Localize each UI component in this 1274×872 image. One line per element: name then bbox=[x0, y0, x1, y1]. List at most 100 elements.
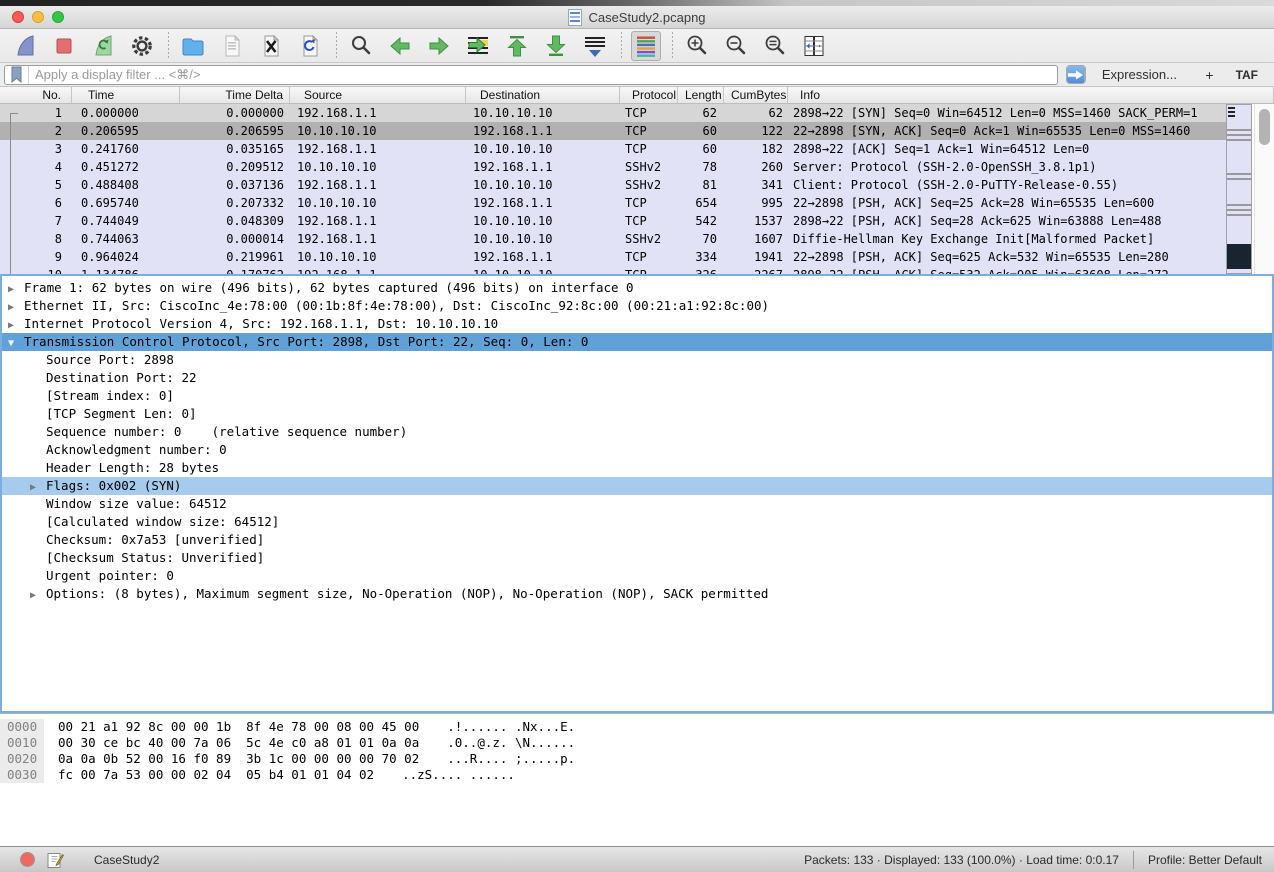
reload-file-icon[interactable] bbox=[295, 31, 325, 61]
detail-line[interactable]: Urgent pointer: 0 bbox=[2, 567, 1272, 585]
column-header-no[interactable]: No. bbox=[0, 87, 72, 103]
capture-stop-icon[interactable] bbox=[49, 31, 79, 61]
column-header-cumbytes[interactable]: CumBytes bbox=[724, 87, 788, 103]
capture-comment-icon[interactable] bbox=[47, 851, 64, 869]
capture-file-icon bbox=[568, 9, 582, 26]
packet-row[interactable]: 60.6957400.20733210.10.10.10192.168.1.1T… bbox=[0, 194, 1226, 212]
column-header-delta[interactable]: Time Delta bbox=[180, 87, 290, 103]
wireshark-start-icon[interactable] bbox=[10, 31, 40, 61]
packet-row[interactable]: 90.9640240.21996110.10.10.10192.168.1.1T… bbox=[0, 248, 1226, 266]
detail-line[interactable]: ▼Transmission Control Protocol, Src Port… bbox=[2, 333, 1272, 351]
column-header-source[interactable]: Source bbox=[290, 87, 466, 103]
detail-text: Source Port: 2898 bbox=[46, 352, 174, 367]
zoom-in-icon[interactable] bbox=[682, 31, 712, 61]
capture-options-gear-icon[interactable] bbox=[127, 31, 157, 61]
column-header-protocol[interactable]: Protocol bbox=[620, 87, 678, 103]
last-packet-icon[interactable] bbox=[541, 31, 571, 61]
first-packet-icon[interactable] bbox=[502, 31, 532, 61]
cell-delta: 0.170762 bbox=[180, 266, 290, 274]
auto-scroll-icon[interactable] bbox=[580, 31, 610, 61]
detail-line[interactable]: ▶Frame 1: 62 bytes on wire (496 bits), 6… bbox=[2, 279, 1272, 297]
filter-history-dropdown[interactable]: ▼ bbox=[1084, 66, 1086, 83]
intelligent-scrollbar-map[interactable] bbox=[1226, 104, 1252, 274]
cell-destination: 192.168.1.1 bbox=[466, 248, 620, 266]
filter-bookmark-icon[interactable] bbox=[5, 66, 29, 84]
packet-detail-pane[interactable]: ▶Frame 1: 62 bytes on wire (496 bits), 6… bbox=[0, 274, 1274, 713]
hex-row[interactable]: 000000 21 a1 92 8c 00 00 1b 8f 4e 78 00 … bbox=[0, 719, 1274, 735]
previous-packet-icon[interactable] bbox=[385, 31, 415, 61]
detail-line[interactable]: Window size value: 64512 bbox=[2, 495, 1272, 513]
apply-filter-button[interactable] bbox=[1067, 66, 1084, 83]
expander-open-icon[interactable]: ▼ bbox=[8, 335, 24, 351]
cell-time: 1.134786 bbox=[72, 266, 180, 274]
expander-closed-icon[interactable]: ▶ bbox=[8, 317, 24, 333]
expression-button[interactable]: Expression... bbox=[1102, 67, 1177, 82]
detail-line[interactable]: Checksum: 0x7a53 [unverified] bbox=[2, 531, 1272, 549]
open-folder-icon[interactable] bbox=[178, 31, 208, 61]
hex-row[interactable]: 001000 30 ce bc 40 00 7a 06 5c 4e c0 a8 … bbox=[0, 735, 1274, 751]
cell-protocol: TCP bbox=[620, 266, 678, 274]
column-header-info[interactable]: Info bbox=[788, 87, 1274, 103]
close-file-icon[interactable] bbox=[256, 31, 286, 61]
packet-row[interactable]: 50.4884080.037136192.168.1.110.10.10.10S… bbox=[0, 176, 1226, 194]
detail-line[interactable]: ▶Internet Protocol Version 4, Src: 192.1… bbox=[2, 315, 1272, 333]
packet-list-header[interactable]: No.TimeTime DeltaSourceDestinationProtoc… bbox=[0, 87, 1274, 104]
packet-bytes-pane[interactable]: 000000 21 a1 92 8c 00 00 1b 8f 4e 78 00 … bbox=[0, 713, 1274, 846]
packet-row[interactable]: 40.4512720.20951210.10.10.10192.168.1.1S… bbox=[0, 158, 1226, 176]
save-file-icon[interactable] bbox=[217, 31, 247, 61]
resize-columns-icon[interactable] bbox=[799, 31, 829, 61]
detail-line[interactable]: Sequence number: 0 (relative sequence nu… bbox=[2, 423, 1272, 441]
zoom-window-button[interactable] bbox=[52, 11, 64, 23]
minimize-window-button[interactable] bbox=[32, 11, 44, 23]
column-header-destination[interactable]: Destination bbox=[466, 87, 620, 103]
detail-line[interactable]: Source Port: 2898 bbox=[2, 351, 1272, 369]
detail-line[interactable]: Header Length: 28 bytes bbox=[2, 459, 1272, 477]
detail-line[interactable]: [Calculated window size: 64512] bbox=[2, 513, 1272, 531]
toolbar-separator bbox=[336, 32, 337, 60]
capture-restart-icon[interactable] bbox=[88, 31, 118, 61]
packet-row[interactable]: 70.7440490.048309192.168.1.110.10.10.10T… bbox=[0, 212, 1226, 230]
detail-line[interactable]: Destination Port: 22 bbox=[2, 369, 1272, 387]
packet-row[interactable]: 10.0000000.000000192.168.1.110.10.10.10T… bbox=[0, 104, 1226, 122]
taf-filter-button[interactable]: TAF bbox=[1236, 68, 1258, 82]
packet-row[interactable]: 80.7440630.000014192.168.1.110.10.10.10S… bbox=[0, 230, 1226, 248]
go-to-packet-icon[interactable] bbox=[463, 31, 493, 61]
packet-row[interactable]: 20.2065950.20659510.10.10.10192.168.1.1T… bbox=[0, 122, 1226, 140]
detail-line[interactable]: ▶Options: (8 bytes), Maximum segment siz… bbox=[2, 585, 1272, 603]
colorize-packets-icon[interactable] bbox=[631, 31, 661, 61]
close-window-button[interactable] bbox=[12, 11, 24, 23]
hex-bytes: 00 21 a1 92 8c 00 00 1b 8f 4e 78 00 08 0… bbox=[58, 719, 419, 734]
hex-row[interactable]: 0030fc 00 7a 53 00 00 02 04 05 b4 01 01 … bbox=[0, 767, 1274, 783]
add-filter-button[interactable]: + bbox=[1205, 67, 1213, 83]
expander-closed-icon[interactable]: ▶ bbox=[30, 479, 46, 495]
packet-row[interactable]: 101.1347860.170762192.168.1.110.10.10.10… bbox=[0, 266, 1226, 274]
detail-line[interactable]: ▶Ethernet II, Src: CiscoInc_4e:78:00 (00… bbox=[2, 297, 1272, 315]
packet-list-scrollbar[interactable] bbox=[1254, 104, 1274, 274]
title-bar[interactable]: CaseStudy2.pcapng bbox=[0, 6, 1274, 29]
display-filter-input[interactable]: Apply a display filter ... <⌘/> bbox=[4, 65, 1058, 85]
zoom-out-icon[interactable] bbox=[721, 31, 751, 61]
expander-closed-icon[interactable]: ▶ bbox=[30, 587, 46, 603]
cell-destination: 192.168.1.1 bbox=[466, 158, 620, 176]
next-packet-icon[interactable] bbox=[424, 31, 454, 61]
expander-closed-icon[interactable]: ▶ bbox=[8, 299, 24, 315]
cell-cumbytes: 122 bbox=[724, 122, 788, 140]
expander-closed-icon[interactable]: ▶ bbox=[8, 281, 24, 297]
expert-info-icon[interactable] bbox=[20, 852, 35, 867]
cell-protocol: TCP bbox=[620, 248, 678, 266]
detail-line[interactable]: [TCP Segment Len: 0] bbox=[2, 405, 1272, 423]
profile-label[interactable]: Profile: Better Default bbox=[1134, 853, 1274, 867]
column-header-length[interactable]: Length bbox=[678, 87, 724, 103]
detail-line[interactable]: [Stream index: 0] bbox=[2, 387, 1272, 405]
status-file-label: CaseStudy2 bbox=[94, 853, 159, 867]
packet-row[interactable]: 30.2417600.035165192.168.1.110.10.10.10T… bbox=[0, 140, 1226, 158]
scrollbar-thumb[interactable] bbox=[1259, 109, 1270, 145]
hex-row[interactable]: 00200a 0a 0b 52 00 16 f0 89 3b 1c 00 00 … bbox=[0, 751, 1274, 767]
column-header-time[interactable]: Time bbox=[72, 87, 180, 103]
detail-line[interactable]: Acknowledgment number: 0 bbox=[2, 441, 1272, 459]
zoom-reset-icon[interactable] bbox=[760, 31, 790, 61]
toolbar-separator bbox=[672, 32, 673, 60]
detail-line[interactable]: [Checksum Status: Unverified] bbox=[2, 549, 1272, 567]
find-packet-icon[interactable] bbox=[346, 31, 376, 61]
detail-line[interactable]: ▶Flags: 0x002 (SYN) bbox=[2, 477, 1272, 495]
